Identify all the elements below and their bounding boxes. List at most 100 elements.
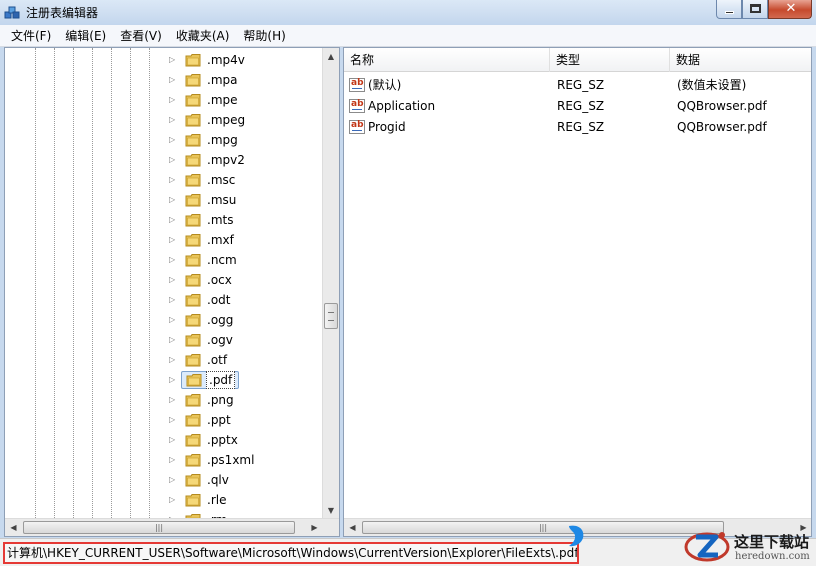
tree-item-body[interactable]: .mpv2 [181,151,250,169]
tree-item[interactable]: ▷ .rle [165,490,321,510]
scroll-left-icon[interactable]: ◀ [344,519,361,536]
tree-item[interactable]: ▷ .mp4v [165,50,321,70]
scroll-left-icon[interactable]: ◀ [5,519,22,536]
expand-arrow-icon[interactable]: ▷ [169,475,179,485]
tree-hscroll-thumb[interactable]: ||| [23,521,295,534]
tree-item-body[interactable]: .pptx [181,431,243,449]
expand-arrow-icon[interactable]: ▷ [169,455,179,465]
tree-item-body[interactable]: .pdf [181,371,240,389]
tree-item-body[interactable]: .ncm [181,251,242,269]
maximize-button[interactable] [742,0,768,19]
expand-arrow-icon[interactable]: ▷ [169,95,179,105]
expand-arrow-icon[interactable]: ▷ [169,175,179,185]
tree-item-body[interactable]: .png [181,391,239,409]
tree-item[interactable]: ▷ .odt [165,290,321,310]
close-button[interactable]: ✕ [768,0,812,19]
tree-item-body[interactable]: .mpeg [181,111,250,129]
tree-scroll-thumb[interactable] [324,303,338,329]
tree-item-body[interactable]: .rle [181,491,231,509]
tree-item[interactable]: ▷ .mpeg [165,110,321,130]
expand-arrow-icon[interactable]: ▷ [169,75,179,85]
tree-item-body[interactable]: .mpe [181,91,243,109]
tree-item[interactable]: ▷ .png [165,390,321,410]
tree-item-body[interactable]: .ps1xml [181,451,259,469]
tree-item[interactable]: ▷ .pptx [165,430,321,450]
value-row[interactable]: ab (默认) REG_SZ (数值未设置) [344,74,811,95]
tree-item-body[interactable]: .ocx [181,271,237,289]
tree-item-body[interactable]: .otf [181,351,232,369]
tree-horizontal-scrollbar[interactable]: ◀ ||| ▶ [5,518,339,536]
tree-item[interactable]: ▷ .ncm [165,250,321,270]
tree-item-body[interactable]: .mpa [181,71,242,89]
expand-arrow-icon[interactable]: ▷ [169,395,179,405]
value-data: QQBrowser.pdf [677,119,767,134]
tree-item[interactable]: ▷ .otf [165,350,321,370]
scroll-right-icon[interactable]: ▶ [306,519,323,536]
value-row[interactable]: ab Progid REG_SZ QQBrowser.pdf [344,116,811,137]
tree-item[interactable]: ▷ .mxf [165,230,321,250]
values-pane[interactable]: 名称 类型 数据 ab (默认) REG_SZ (数值未设置) ab Appli… [343,47,812,537]
expand-arrow-icon[interactable]: ▷ [169,375,179,385]
expand-arrow-icon[interactable]: ▷ [169,135,179,145]
tree-item[interactable]: ▷ .ogv [165,330,321,350]
menu-help[interactable]: 帮助(H) [236,26,292,46]
menu-favorites[interactable]: 收藏夹(A) [169,26,237,46]
tree-item[interactable]: ▷ .mts [165,210,321,230]
tree-item[interactable]: ▷ .ppt [165,410,321,430]
column-data[interactable]: 数据 [670,48,811,72]
tree-item-body[interactable]: .mp4v [181,51,250,69]
column-name[interactable]: 名称 [344,48,550,72]
expand-arrow-icon[interactable]: ▷ [169,275,179,285]
expand-arrow-icon[interactable]: ▷ [169,255,179,265]
key-tree-pane[interactable]: ▷ .mp4v ▷ .mpa ▷ .mpe ▷ .mpeg ▷ .mpg ▷ .mpv2 ▷ .msc ▷.… [4,47,340,537]
tree-item-body[interactable]: .qlv [181,471,234,489]
menu-file[interactable]: 文件(F) [4,26,58,46]
expand-arrow-icon[interactable]: ▷ [169,315,179,325]
tree-item-body[interactable]: .ogv [181,331,238,349]
tree-item[interactable]: ▷ .ocx [165,270,321,290]
tree-item-body[interactable]: .mpg [181,131,243,149]
tree-vertical-scrollbar[interactable]: ▲ ▼ [322,48,339,519]
tree-item-body[interactable]: .ppt [181,411,236,429]
tree-item[interactable]: ▷ .mpv2 [165,150,321,170]
expand-arrow-icon[interactable]: ▷ [169,335,179,345]
tree-item-body[interactable]: .mts [181,211,238,229]
expand-arrow-icon[interactable]: ▷ [169,415,179,425]
tree-item-body[interactable]: .mxf [181,231,239,249]
tree-item-label: .ppt [207,413,231,427]
tree-item[interactable]: ▷ .ps1xml [165,450,321,470]
scroll-down-icon[interactable]: ▼ [323,502,339,519]
tree-item-body[interactable]: .ogg [181,311,238,329]
tree-item[interactable]: ▷ .msc [165,170,321,190]
minimize-button[interactable] [716,0,742,19]
menu-view[interactable]: 查看(V) [113,26,169,46]
menu-edit[interactable]: 编辑(E) [58,26,113,46]
value-row[interactable]: ab Application REG_SZ QQBrowser.pdf [344,95,811,116]
expand-arrow-icon[interactable]: ▷ [169,495,179,505]
tree-item-body[interactable]: .msc [181,171,240,189]
tree-item[interactable]: ▷ .mpe [165,90,321,110]
tree-item[interactable]: ▷ .pdf [165,370,321,390]
tree-item-body[interactable]: .msu [181,191,241,209]
expand-arrow-icon[interactable]: ▷ [169,155,179,165]
expand-arrow-icon[interactable]: ▷ [169,115,179,125]
expand-arrow-icon[interactable]: ▷ [169,55,179,65]
expand-arrow-icon[interactable]: ▷ [169,195,179,205]
values-hscroll-thumb[interactable]: ||| [362,521,724,534]
expand-arrow-icon[interactable]: ▷ [169,355,179,365]
expand-arrow-icon[interactable]: ▷ [169,435,179,445]
tree-item[interactable]: ▷ .mpg [165,130,321,150]
tree-item[interactable]: ▷ .ogg [165,310,321,330]
expand-arrow-icon[interactable]: ▷ [169,295,179,305]
title-bar[interactable]: 注册表编辑器 ✕ [0,0,816,25]
tree-item-body[interactable]: .odt [181,291,235,309]
scroll-up-icon[interactable]: ▲ [323,48,339,65]
expand-arrow-icon[interactable]: ▷ [169,215,179,225]
expand-arrow-icon[interactable]: ▷ [169,235,179,245]
tree-item-label: .rle [207,493,227,507]
tree-item[interactable]: ▷ .mpa [165,70,321,90]
tree-item[interactable]: ▷ .msu [165,190,321,210]
column-type[interactable]: 类型 [550,48,670,72]
tree-item[interactable]: ▷ .qlv [165,470,321,490]
value-data: QQBrowser.pdf [677,98,767,113]
